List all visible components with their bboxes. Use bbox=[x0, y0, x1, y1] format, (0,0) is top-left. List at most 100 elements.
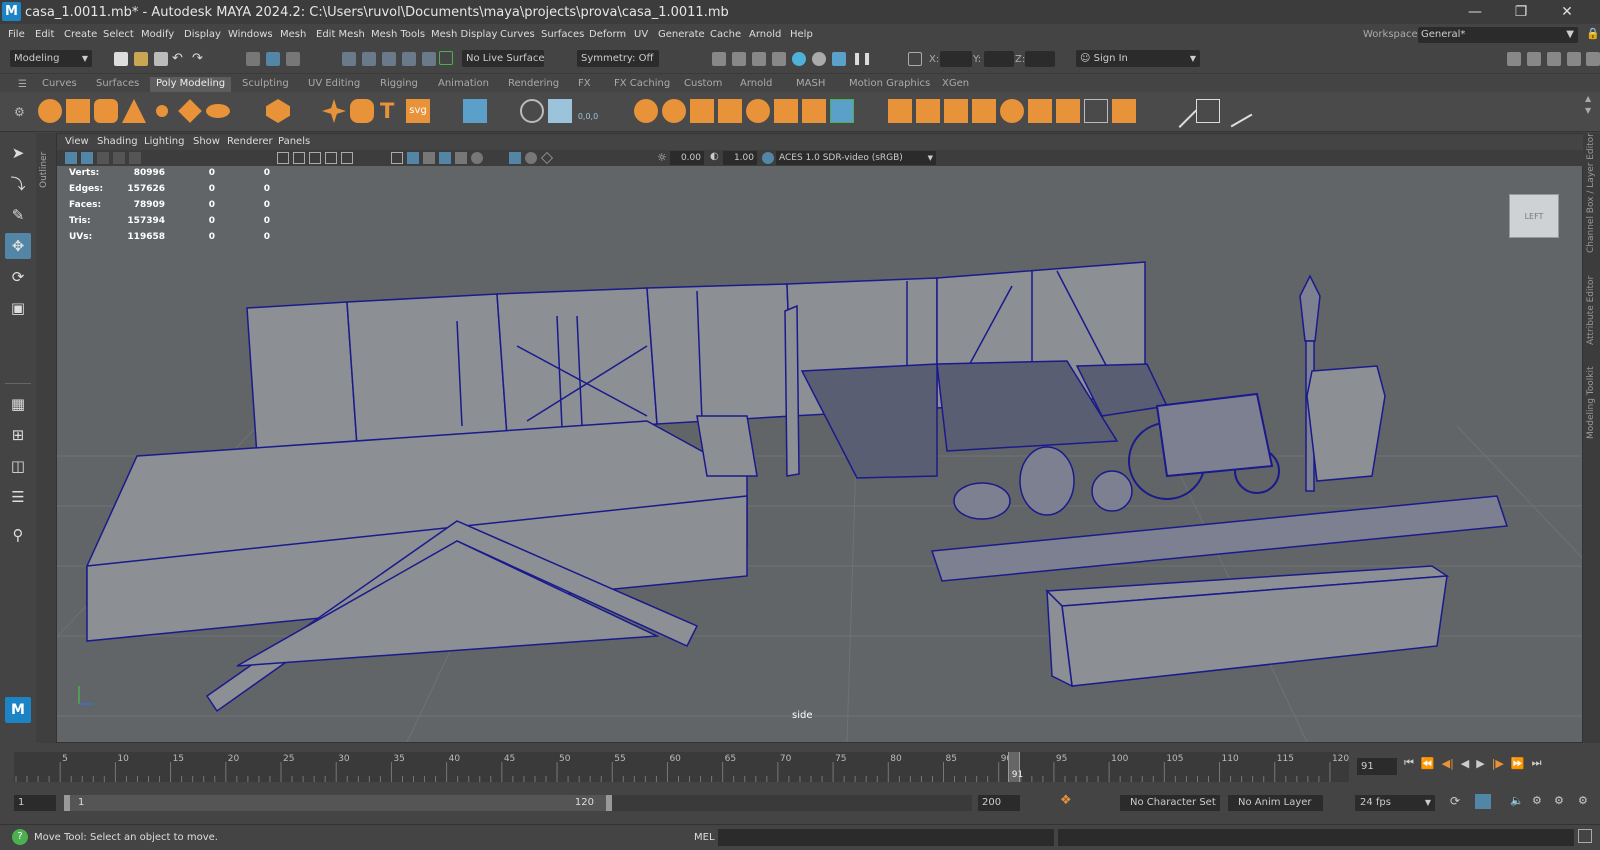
four-view-layout-icon[interactable]: ⊞ bbox=[5, 422, 31, 448]
go-to-end-icon[interactable]: ⏭ bbox=[1532, 756, 1542, 770]
menu-modify[interactable]: Modify bbox=[141, 29, 174, 40]
tab-surfaces[interactable]: Surfaces bbox=[90, 77, 145, 92]
menu-select[interactable]: Select bbox=[103, 29, 134, 40]
modeling-toolkit-tab[interactable]: Modeling Toolkit bbox=[1586, 366, 1596, 439]
wireframe-on-shaded-icon[interactable] bbox=[439, 152, 451, 164]
render-settings-icon[interactable] bbox=[772, 52, 786, 66]
menu-edit[interactable]: Edit bbox=[35, 29, 54, 40]
field-chart-icon[interactable] bbox=[341, 152, 353, 164]
poly-type-icon[interactable]: T bbox=[380, 99, 394, 123]
sound-icon[interactable]: 🔈 bbox=[1510, 794, 1524, 807]
workspace-dropdown[interactable]: General* ▼ bbox=[1418, 27, 1578, 43]
poly-sphere-icon[interactable] bbox=[38, 99, 62, 123]
tab-motion-graphics[interactable]: Motion Graphics bbox=[843, 77, 936, 92]
menu-cache[interactable]: Cache bbox=[710, 29, 741, 40]
collapse-icon[interactable] bbox=[1056, 99, 1080, 123]
snap-curve-icon[interactable] bbox=[362, 52, 376, 66]
pause-icon[interactable]: ❚❚ bbox=[852, 51, 872, 65]
maya-app-icon[interactable]: M bbox=[2, 2, 21, 21]
channel-box-icon[interactable] bbox=[1567, 52, 1581, 66]
animation-preferences-icon[interactable]: ⚙ bbox=[1532, 794, 1542, 807]
menu-windows[interactable]: Windows bbox=[228, 29, 273, 40]
arnold-render-icon[interactable] bbox=[812, 52, 826, 66]
xray-joints-icon[interactable] bbox=[541, 152, 553, 164]
step-back-frame-icon[interactable]: ◀| bbox=[1442, 757, 1454, 770]
character-set-dropdown[interactable]: No Character Set bbox=[1120, 795, 1220, 811]
ipr-render-icon[interactable] bbox=[752, 52, 766, 66]
menu-set-dropdown[interactable]: Modeling ▼ bbox=[10, 50, 92, 67]
menu-uv[interactable]: UV bbox=[634, 29, 648, 40]
attribute-editor-icon[interactable] bbox=[1527, 52, 1541, 66]
multi-cut-icon[interactable] bbox=[1163, 94, 1197, 128]
smooth-shade-icon[interactable] bbox=[407, 152, 419, 164]
poly-torus-icon[interactable] bbox=[150, 99, 174, 123]
fill-hole-icon[interactable] bbox=[1000, 99, 1024, 123]
redo-icon[interactable]: ↷ bbox=[192, 51, 203, 66]
open-scene-icon[interactable] bbox=[134, 52, 148, 66]
undo-icon[interactable]: ↶ bbox=[172, 51, 183, 66]
tab-arnold[interactable]: Arnold bbox=[734, 77, 778, 92]
tab-poly-modeling[interactable]: Poly Modeling bbox=[150, 77, 232, 92]
textured-icon[interactable] bbox=[455, 152, 467, 164]
panel-menu-panels[interactable]: Panels bbox=[278, 136, 310, 147]
combine-icon[interactable] bbox=[634, 99, 658, 123]
step-back-key-icon[interactable]: ⏪ bbox=[1421, 757, 1435, 770]
menu-deform[interactable]: Deform bbox=[589, 29, 626, 40]
step-forward-frame-icon[interactable]: |▶ bbox=[1492, 757, 1504, 770]
poly-plane-icon[interactable] bbox=[178, 99, 202, 123]
render-current-frame-icon[interactable] bbox=[732, 52, 746, 66]
play-forwards-icon[interactable]: ▶ bbox=[1476, 757, 1484, 770]
svg-to-poly-icon[interactable]: svg bbox=[406, 99, 430, 123]
view-transform-dropdown[interactable]: ACES 1.0 SDR-video (sRGB) ▼ bbox=[776, 151, 936, 165]
select-camera-icon[interactable] bbox=[65, 152, 77, 164]
boolean-union-icon[interactable] bbox=[718, 99, 742, 123]
scale-tool-icon[interactable]: ▣ bbox=[5, 295, 31, 321]
close-button[interactable]: ✕ bbox=[1544, 0, 1590, 24]
help-icon[interactable]: ? bbox=[12, 829, 28, 845]
menu-generate[interactable]: Generate bbox=[658, 29, 705, 40]
modeling-toolkit-icon[interactable] bbox=[1507, 52, 1521, 66]
time-editor-icon[interactable]: ⚙ bbox=[1554, 794, 1564, 807]
shelf-scroll-up-icon[interactable]: ▲ bbox=[1585, 94, 1591, 103]
exposure-field[interactable]: 0.00 bbox=[670, 151, 704, 165]
script-editor-icon[interactable] bbox=[1578, 829, 1592, 843]
lock-icon[interactable]: 🔒 bbox=[1586, 27, 1600, 40]
bevel-icon[interactable] bbox=[944, 99, 968, 123]
panel-menu-view[interactable]: View bbox=[65, 136, 89, 147]
film-gate-icon[interactable] bbox=[293, 152, 305, 164]
render-view-icon[interactable] bbox=[712, 52, 726, 66]
single-perspective-layout-icon[interactable]: ▦ bbox=[5, 391, 31, 417]
range-bar[interactable]: 1 120 bbox=[64, 795, 612, 811]
mirror-geometry-icon[interactable] bbox=[830, 99, 854, 123]
menu-arnold[interactable]: Arnold bbox=[749, 29, 781, 40]
new-scene-icon[interactable] bbox=[114, 52, 128, 66]
bridge-icon[interactable] bbox=[916, 99, 940, 123]
poly-count-icon[interactable] bbox=[463, 99, 487, 123]
minimize-button[interactable]: — bbox=[1452, 0, 1498, 24]
y-field[interactable] bbox=[984, 51, 1014, 67]
menu-help[interactable]: Help bbox=[790, 29, 813, 40]
boolean-intersection-icon[interactable] bbox=[774, 99, 798, 123]
go-to-start-icon[interactable]: ⏮ bbox=[1404, 756, 1414, 770]
panel-menu-show[interactable]: Show bbox=[193, 136, 220, 147]
lasso-tool-icon[interactable]: ⤵ bbox=[5, 171, 31, 197]
extrude-icon[interactable] bbox=[888, 99, 912, 123]
menu-mesh-display[interactable]: Mesh Display bbox=[431, 29, 497, 40]
tab-fx[interactable]: FX bbox=[572, 77, 597, 92]
2d-pan-zoom-icon[interactable] bbox=[129, 152, 141, 164]
menu-mesh-tools[interactable]: Mesh Tools bbox=[371, 29, 425, 40]
step-forward-key-icon[interactable]: ⏩ bbox=[1511, 757, 1525, 770]
snap-view-plane-icon[interactable] bbox=[422, 52, 436, 66]
x-field[interactable] bbox=[940, 51, 972, 67]
boolean-difference-icon[interactable] bbox=[746, 99, 770, 123]
time-slider-track[interactable]: 5 10 15 20 25 30 35 40 45 50 55 60 65 70 75 80 85 90 95 100… bbox=[14, 752, 1349, 782]
grid-icon[interactable] bbox=[277, 152, 289, 164]
search-icon[interactable]: ⚲ bbox=[5, 522, 31, 548]
preferences-icon[interactable]: ⚙ bbox=[1578, 794, 1588, 807]
rotate-tool-icon[interactable]: ⟳ bbox=[5, 264, 31, 290]
menu-display[interactable]: Display bbox=[184, 29, 221, 40]
outliner-tab[interactable]: Outliner bbox=[36, 133, 56, 743]
panel-menu-renderer[interactable]: Renderer bbox=[227, 136, 273, 147]
range-start-handle[interactable] bbox=[64, 795, 70, 811]
tab-animation[interactable]: Animation bbox=[432, 77, 495, 92]
